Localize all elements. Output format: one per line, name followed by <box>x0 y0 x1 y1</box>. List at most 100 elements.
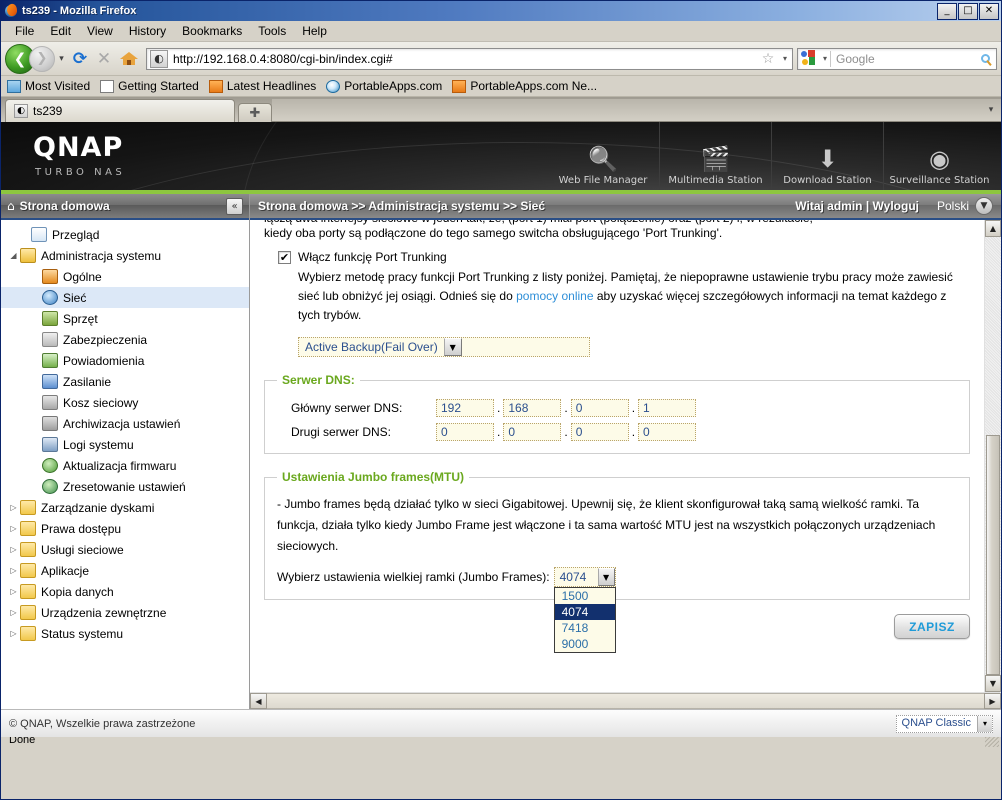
minimize-button[interactable]: _ <box>937 2 957 20</box>
menu-item-bookmarks[interactable]: Bookmarks <box>174 22 250 40</box>
app-multimedia-station[interactable]: 🎬 Multimedia Station <box>659 122 771 190</box>
tree-toggle-icon[interactable]: ▷ <box>7 608 20 617</box>
chevron-down-icon[interactable]: ▼ <box>597 568 615 586</box>
jumbo-frames-select[interactable]: 4074 ▼ <box>553 567 616 587</box>
horizontal-scroll-track[interactable] <box>267 693 984 709</box>
save-button[interactable]: ZAPISZ <box>894 614 970 639</box>
search-magnifier-icon[interactable] <box>974 54 996 63</box>
app-web-file-manager[interactable]: 🔍 Web File Manager <box>547 122 659 190</box>
jumbo-frames-options-list[interactable]: 1500 4074 7418 9000 <box>553 587 616 653</box>
bookmark-getting-started[interactable]: Getting Started <box>100 79 199 93</box>
url-text[interactable]: http://192.168.0.4:8080/cgi-bin/index.cg… <box>171 52 758 66</box>
sidebar-item-prawa-dost-pu[interactable]: ▷ Prawa dostępu <box>1 518 249 539</box>
page-body: ⌂ Strona domowa « Przegląd ◢ Administracja… <box>1 194 1001 709</box>
bookmark-most-visited[interactable]: Most Visited <box>7 79 90 93</box>
maximize-button[interactable]: □ <box>958 2 978 20</box>
address-bar[interactable]: ◐ http://192.168.0.4:8080/cgi-bin/index.… <box>146 47 793 70</box>
menu-item-tools[interactable]: Tools <box>250 22 294 40</box>
bookmark-portableapps-news[interactable]: PortableApps.com Ne... <box>452 79 597 93</box>
new-tab-button[interactable]: ✚ <box>238 103 272 122</box>
primary-dns-octet-4[interactable]: 1 <box>638 399 697 417</box>
jumbo-frames-option[interactable]: 7418 <box>555 620 615 636</box>
secondary-dns-octet-3[interactable]: 0 <box>570 423 629 441</box>
sidebar-item-logi-systemu[interactable]: Logi systemu <box>1 434 249 455</box>
content-vertical-scrollbar[interactable]: ▲ ▼ <box>984 220 1001 692</box>
online-help-link[interactable]: pomocy online <box>516 289 593 303</box>
jumbo-frames-option[interactable]: 9000 <box>555 636 615 652</box>
menu-item-view[interactable]: View <box>79 22 121 40</box>
tree-toggle-icon[interactable]: ▷ <box>7 524 20 533</box>
sidebar-item-administracja-systemu[interactable]: ◢ Administracja systemu <box>1 245 249 266</box>
primary-dns-octet-3[interactable]: 0 <box>570 399 629 417</box>
vertical-scroll-thumb[interactable] <box>986 435 1000 675</box>
sidebar-item-powiadomienia[interactable]: Powiadomienia <box>1 350 249 371</box>
jumbo-frames-option[interactable]: 4074 <box>554 604 615 620</box>
list-all-tabs-button[interactable]: ▾ <box>981 99 1001 122</box>
enable-port-trunking-checkbox[interactable]: ✔ <box>278 250 291 264</box>
sidebar-item-archiwizacja-ustawie[interactable]: Archiwizacja ustawień <box>1 413 249 434</box>
menu-item-history[interactable]: History <box>121 22 174 40</box>
sidebar-item-us-ugi-sieciowe[interactable]: ▷ Usługi sieciowe <box>1 539 249 560</box>
forward-button[interactable]: ❯ <box>29 45 55 72</box>
jumbo-frames-option[interactable]: 1500 <box>555 588 615 604</box>
content-horizontal-scrollbar[interactable]: ◀ ▶ <box>250 692 1001 709</box>
menu-item-help[interactable]: Help <box>294 22 335 40</box>
tab-ts239[interactable]: ◐ ts239 <box>5 99 235 122</box>
theme-select[interactable]: QNAP Classic ▾ <box>895 714 993 733</box>
sidebar-item-og-lne[interactable]: Ogólne <box>1 266 249 287</box>
web-page: QNAP TURBO NAS 🔍 Web File Manager 🎬 Mult… <box>1 122 1001 737</box>
scroll-right-button[interactable]: ▶ <box>984 693 1001 709</box>
bookmark-portableapps[interactable]: PortableApps.com <box>326 79 442 93</box>
enable-port-trunking-row[interactable]: ✔ Włącz funkcję Port Trunking <box>278 250 970 264</box>
app-download-station[interactable]: ⬇ Download Station <box>771 122 883 190</box>
secondary-dns-octet-4[interactable]: 0 <box>638 423 697 441</box>
scroll-down-button[interactable]: ▼ <box>985 675 1001 692</box>
sidebar-item-kosz-sieciowy[interactable]: Kosz sieciowy <box>1 392 249 413</box>
chevron-down-icon[interactable]: ▾ <box>778 54 792 63</box>
secondary-dns-octet-2[interactable]: 0 <box>503 423 562 441</box>
welcome-logout[interactable]: Witaj admin | Wyloguj <box>795 199 919 213</box>
secondary-dns-octet-1[interactable]: 0 <box>436 423 494 441</box>
bookmark-latest-headlines[interactable]: Latest Headlines <box>208 79 316 93</box>
title-bar: ts239 - Mozilla Firefox _ □ ✕ <box>1 1 1001 21</box>
bookmark-star-icon[interactable]: ☆ <box>758 51 778 67</box>
tree-toggle-icon[interactable]: ▷ <box>7 629 20 638</box>
menu-item-file[interactable]: File <box>7 22 42 40</box>
tree-toggle-icon[interactable]: ▷ <box>7 587 20 596</box>
tree-toggle-icon[interactable]: ▷ <box>7 566 20 575</box>
stop-button[interactable]: ✕ <box>92 49 116 69</box>
sidebar-item-zasilanie[interactable]: Zasilanie <box>1 371 249 392</box>
sidebar-item-status-systemu[interactable]: ▷ Status systemu <box>1 623 249 644</box>
sidebar-item-aplikacje[interactable]: ▷ Aplikacje <box>1 560 249 581</box>
sidebar-item-zresetowanie-ustawie[interactable]: Zresetowanie ustawień <box>1 476 249 497</box>
sidebar-item-przegl-d[interactable]: Przegląd <box>1 224 249 245</box>
tree-toggle-icon[interactable]: ▷ <box>7 545 20 554</box>
sidebar-item-kopia-danych[interactable]: ▷ Kopia danych <box>1 581 249 602</box>
search-input[interactable]: Google <box>831 52 974 66</box>
sidebar-item-zarz-dzanie-dyskami[interactable]: ▷ Zarządzanie dyskami <box>1 497 249 518</box>
search-engine-dropdown-icon[interactable]: ▾ <box>820 54 830 63</box>
chevron-down-icon[interactable]: ▼ <box>443 338 462 356</box>
collapse-sidebar-button[interactable]: « <box>226 197 243 215</box>
trunking-mode-select[interactable]: Active Backup(Fail Over) ▼ <box>298 337 590 357</box>
menu-item-edit[interactable]: Edit <box>42 22 79 40</box>
primary-dns-octet-2[interactable]: 168 <box>503 399 562 417</box>
sidebar-item-sie[interactable]: Sieć <box>1 287 249 308</box>
sidebar-item-sprz-t[interactable]: Sprzęt <box>1 308 249 329</box>
sidebar-item-aktualizacja-firmwaru[interactable]: Aktualizacja firmwaru <box>1 455 249 476</box>
tree-toggle-icon[interactable]: ◢ <box>7 251 20 260</box>
primary-dns-octet-1[interactable]: 192 <box>436 399 494 417</box>
tree-toggle-icon[interactable]: ▷ <box>7 503 20 512</box>
sidebar-item-urz-dzenia-zewn-trzne[interactable]: ▷ Urządzenia zewnętrzne <box>1 602 249 623</box>
scroll-up-button[interactable]: ▲ <box>985 220 1001 237</box>
close-button[interactable]: ✕ <box>979 2 999 20</box>
sidebar-item-zabezpieczenia[interactable]: Zabezpieczenia <box>1 329 249 350</box>
reload-button[interactable]: ⟳ <box>68 49 92 69</box>
search-bar[interactable]: ▾ Google <box>797 47 997 70</box>
home-button[interactable] <box>116 52 142 65</box>
chevron-down-icon[interactable]: ▾ <box>977 715 992 732</box>
scroll-left-button[interactable]: ◀ <box>250 693 267 709</box>
language-dropdown-button[interactable]: ▼ <box>975 197 993 215</box>
app-surveillance-station[interactable]: ◉ Surveillance Station <box>883 122 995 190</box>
history-dropdown-icon[interactable]: ▾ <box>55 54 68 64</box>
